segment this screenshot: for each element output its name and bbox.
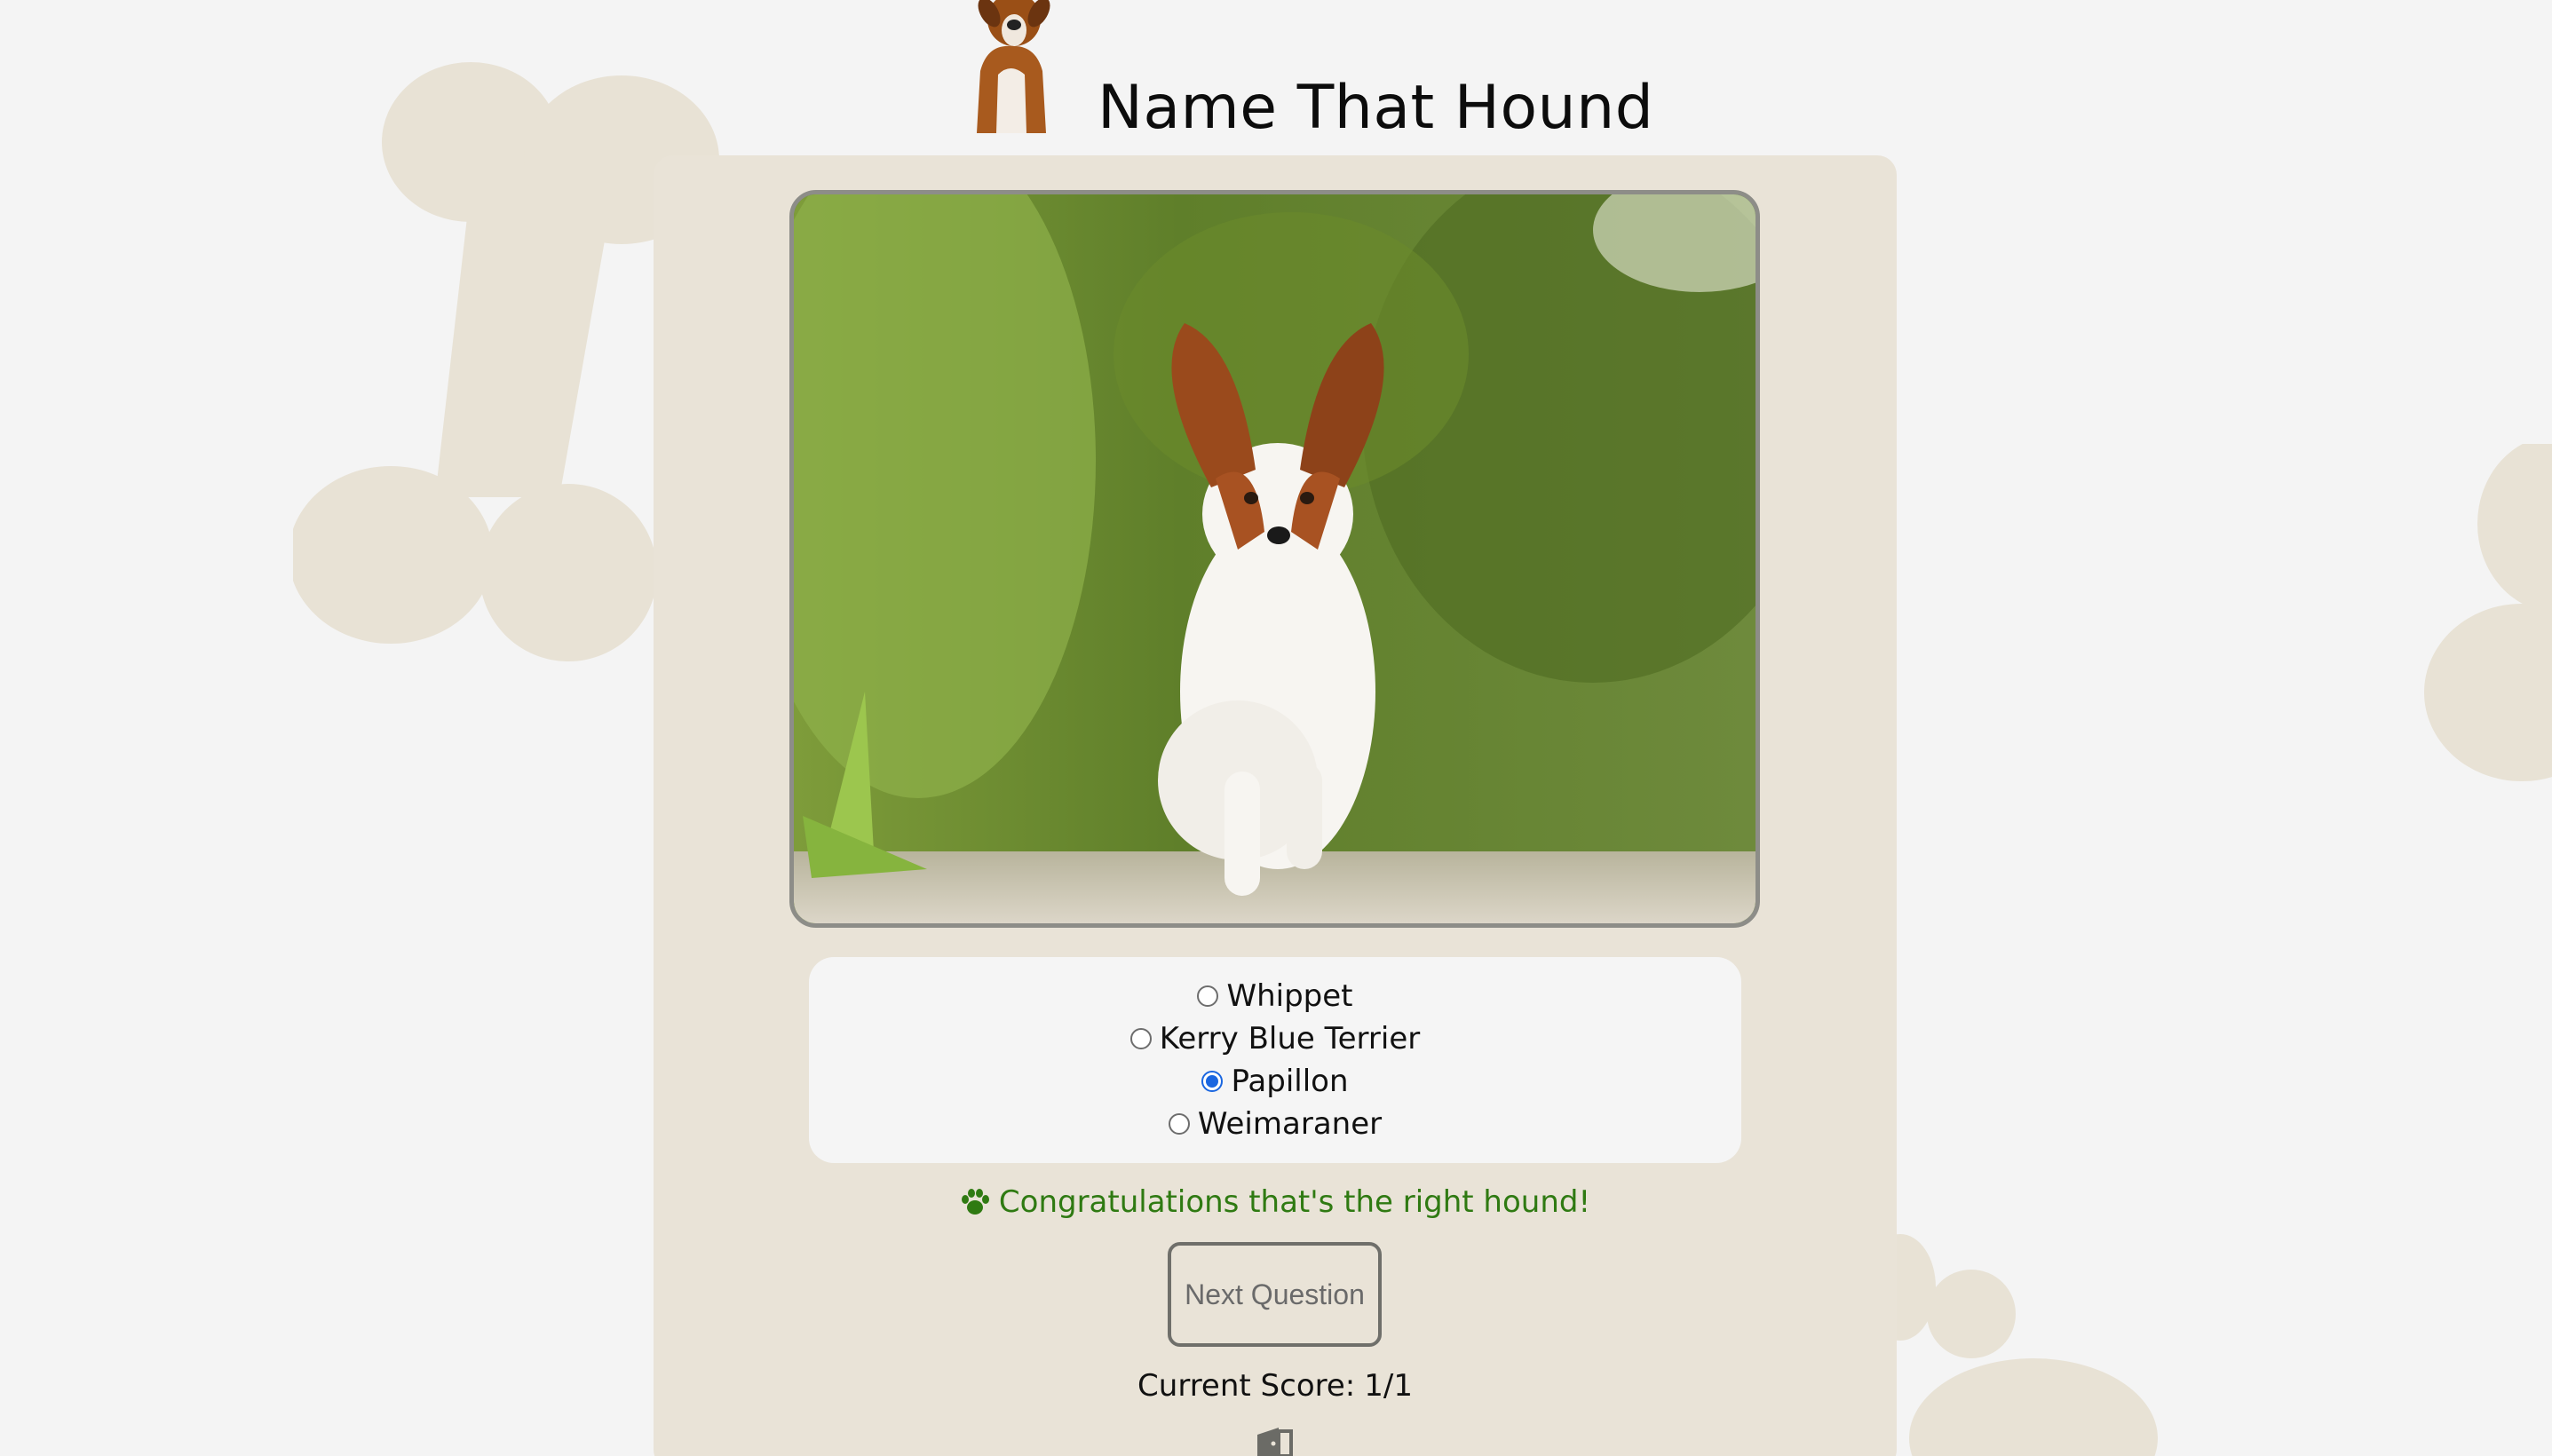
radio-papillon[interactable] [1201,1071,1224,1092]
bone-decoration-right [2424,444,2552,781]
feedback-message: Congratulations that's the right hound! [654,1177,1897,1227]
radio-whippet[interactable] [1197,985,1219,1007]
answer-options: Whippet Kerry Blue Terrier Papillon Weim… [809,957,1741,1163]
site-header: Name That Hound [941,0,1654,143]
door-exit-icon[interactable] [1254,1424,1296,1456]
option-weimaraner[interactable]: Weimaraner [809,1103,1741,1145]
option-label: Papillon [1231,1064,1349,1099]
radio-weimaraner[interactable] [1168,1113,1190,1135]
option-label: Kerry Blue Terrier [1159,1021,1421,1056]
option-whippet[interactable]: Whippet [809,975,1741,1017]
score-label: Current Score: [1137,1368,1356,1404]
boxer-dog-icon [977,0,1050,133]
page: Name That Hound Whippet Kerry Blue Terri… [0,0,2552,1456]
radio-kerry-blue-terrier[interactable] [1129,1028,1152,1049]
option-label: Weimaraner [1197,1106,1383,1142]
paw-icon [961,1189,989,1215]
feedback-text: Congratulations that's the right hound! [998,1184,1591,1220]
current-score: Current Score: 1/1 [654,1364,1897,1408]
papillon-dog-photo [794,194,1755,923]
bone-decoration-bottom [1865,1234,2158,1456]
option-label: Whippet [1226,978,1353,1014]
option-papillon[interactable]: Papillon [809,1060,1741,1103]
next-question-button[interactable]: Next Question [1168,1242,1382,1347]
page-title: Name That Hound [1098,73,1654,143]
dog-photo [789,190,1760,928]
option-kerry-blue-terrier[interactable]: Kerry Blue Terrier [809,1017,1741,1060]
score-value: 1/1 [1364,1368,1413,1404]
